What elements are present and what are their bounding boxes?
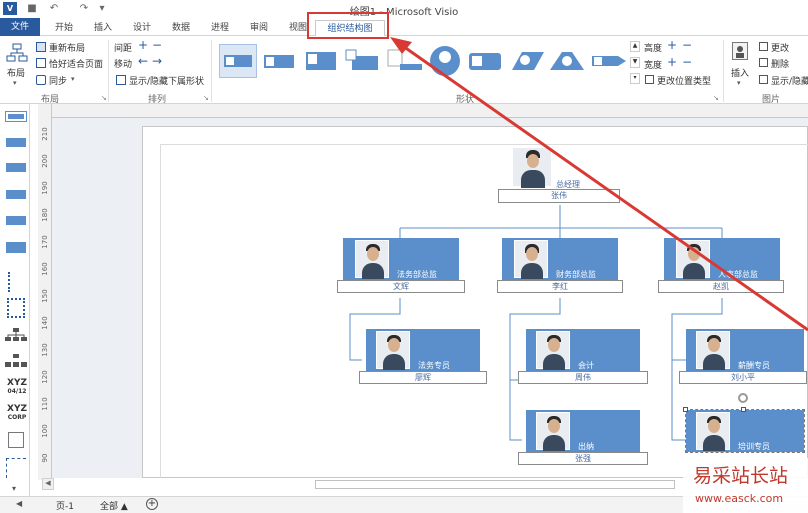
- watermark: 易采站长站 www.easck.com: [683, 458, 808, 513]
- annotation-arrow: [390, 37, 808, 332]
- watermark-site: 易采站长站: [693, 465, 789, 487]
- watermark-url: www.easck.com: [695, 492, 784, 505]
